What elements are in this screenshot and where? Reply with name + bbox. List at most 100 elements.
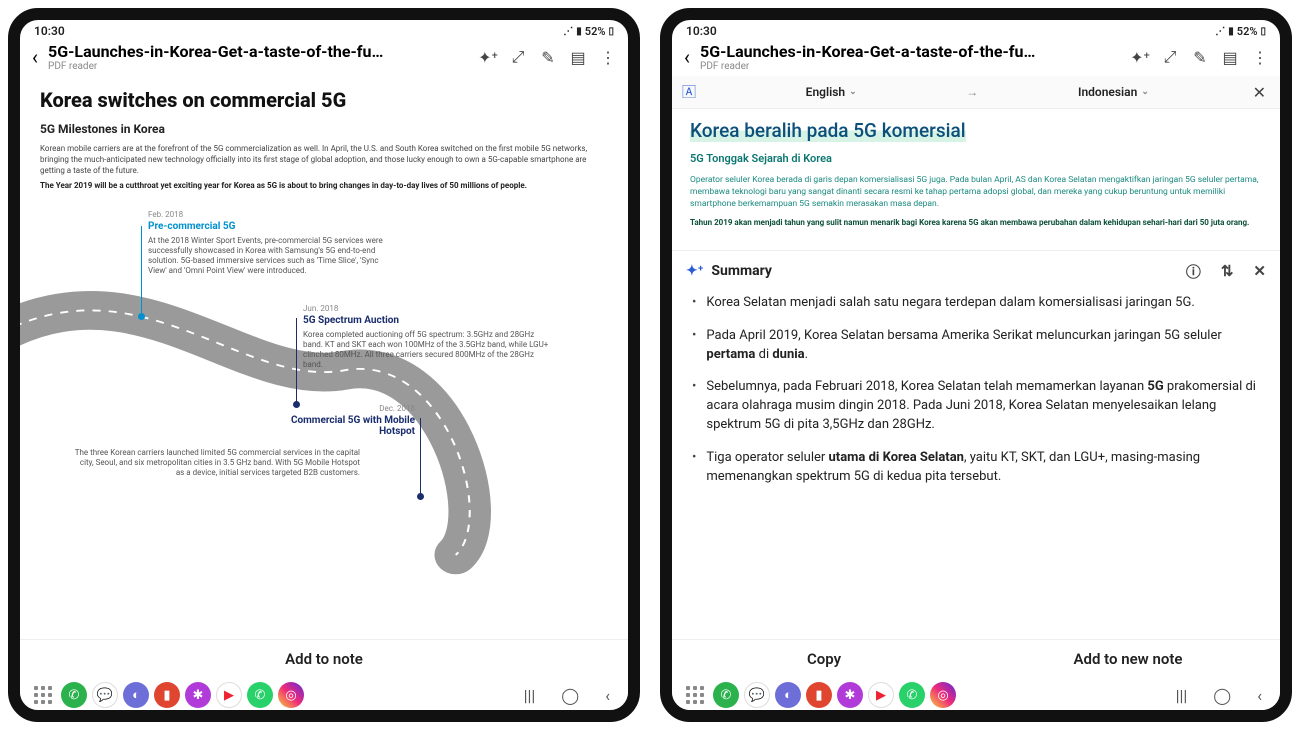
app-dock: ✆💬◐▮✱▶✆◎	[30, 682, 304, 708]
milestone-3-date: Dec. 2018	[280, 404, 415, 413]
app-phone[interactable]: ✆	[713, 682, 739, 708]
add-to-new-note-button[interactable]: Add to new note	[976, 650, 1280, 668]
status-bar: 10:30 ⋰ ▮ 52% ▯	[20, 20, 628, 40]
status-time: 10:30	[34, 24, 65, 38]
summary-list[interactable]: Korea Selatan menjadi salah satu negara …	[672, 290, 1280, 501]
doc-subheading: 5G Milestones in Korea	[40, 122, 608, 136]
chevron-down-icon: ⌄	[1141, 87, 1149, 97]
translate-bar: 🄰 English ⌄ → Indonesian ⌄ ✕	[672, 76, 1280, 109]
app-apps-grid[interactable]	[682, 682, 708, 708]
document-title: 5G-Launches-in-Korea-Get-a-taste-of-the-…	[48, 42, 470, 61]
status-bar: 10:30 ⋰ ▮ 52% ▯	[672, 20, 1280, 40]
app-apps-grid[interactable]	[30, 682, 56, 708]
battery-icon: ▯	[608, 26, 614, 37]
status-time: 10:30	[686, 24, 717, 38]
app-messages[interactable]: 💬	[744, 682, 770, 708]
battery-text: 52%	[585, 25, 606, 38]
doc-paragraph-1: Korean mobile carriers are at the forefr…	[40, 144, 608, 176]
expand-icon[interactable]: ⤢	[506, 47, 530, 67]
page-icon[interactable]: ▤	[566, 48, 590, 67]
sparkle-icon: ✦⁺	[686, 263, 703, 279]
summary-item: Tiga operator seluler utama di Korea Sel…	[692, 449, 1260, 487]
ai-sparkle-icon[interactable]: ✦⁺	[476, 48, 500, 67]
translated-page: Korea beralih pada 5G komersial 5G Tongg…	[672, 109, 1280, 244]
target-language-button[interactable]: Indonesian ⌄	[984, 85, 1242, 99]
summary-item: Sebelumnya, pada Februari 2018, Korea Se…	[692, 378, 1260, 435]
edit-icon[interactable]: ✎	[1188, 48, 1212, 67]
arrow-right-icon: →	[966, 85, 978, 99]
wifi-icon: ⋰	[1215, 26, 1225, 37]
app-gallery[interactable]: ✱	[837, 682, 863, 708]
document-content[interactable]: Korea switches on commercial 5G 5G Miles…	[20, 76, 628, 639]
app-messages[interactable]: 💬	[92, 682, 118, 708]
milestone-3-body: The three Korean carriers launched limit…	[70, 448, 360, 478]
milestone-2-date: Jun. 2018	[303, 304, 553, 313]
app-browser[interactable]: ◐	[775, 682, 801, 708]
page-icon[interactable]: ▤	[1218, 48, 1242, 67]
app-notes[interactable]: ▮	[806, 682, 832, 708]
source-language-button[interactable]: English ⌄	[702, 85, 960, 99]
more-icon[interactable]: ⋮	[1248, 48, 1272, 67]
close-summary-button[interactable]: ✕	[1253, 262, 1266, 280]
app-whatsapp[interactable]: ✆	[899, 682, 925, 708]
milestone-1: Feb. 2018 Pre-commercial 5G At the 2018 …	[148, 210, 398, 276]
battery-icon: ▯	[1260, 26, 1266, 37]
nav-back-button[interactable]: ‹	[605, 686, 610, 705]
back-button[interactable]: ‹	[680, 45, 694, 69]
title-block: 5G-Launches-in-Korea-Get-a-taste-of-the-…	[700, 42, 1122, 72]
list-settings-icon[interactable]: ⇅	[1221, 262, 1234, 280]
app-youtube[interactable]: ▶	[868, 682, 894, 708]
home-button[interactable]: ◯	[561, 686, 579, 705]
recents-button[interactable]: |||	[1176, 686, 1188, 705]
translated-heading: Korea beralih pada 5G komersial	[690, 119, 966, 142]
wifi-icon: ⋰	[563, 26, 573, 37]
milestone-1-date: Feb. 2018	[148, 210, 398, 219]
bottom-bar: Add to note	[20, 639, 628, 678]
battery-text: 52%	[1237, 25, 1258, 38]
summary-panel: ✦⁺ Summary ⓘ ⇅ ✕ Korea Selatan menjadi s…	[672, 250, 1280, 639]
app-whatsapp[interactable]: ✆	[247, 682, 273, 708]
app-notes[interactable]: ▮	[154, 682, 180, 708]
signal-icon: ▮	[1228, 26, 1234, 37]
document-title: 5G-Launches-in-Korea-Get-a-taste-of-the-…	[700, 42, 1122, 61]
translate-icon[interactable]: 🄰	[682, 82, 696, 102]
milestone-2: Jun. 2018 5G Spectrum Auction Korea comp…	[303, 304, 553, 370]
nav-bar: ✆💬◐▮✱▶✆◎ ||| ◯ ‹	[20, 678, 628, 710]
app-youtube[interactable]: ▶	[216, 682, 242, 708]
milestone-1-title: Pre-commercial 5G	[148, 221, 398, 232]
nav-buttons: ||| ◯ ‹	[1176, 686, 1270, 705]
app-phone[interactable]: ✆	[61, 682, 87, 708]
summary-header: ✦⁺ Summary ⓘ ⇅ ✕	[672, 251, 1280, 290]
document-subtitle: PDF reader	[48, 61, 470, 72]
add-to-note-button[interactable]: Add to note	[285, 650, 363, 668]
translated-subheading: 5G Tonggak Sejarah di Korea	[690, 152, 1262, 165]
summary-item: Pada April 2019, Korea Selatan bersama A…	[692, 327, 1260, 365]
app-header: ‹ 5G-Launches-in-Korea-Get-a-taste-of-th…	[672, 40, 1280, 76]
pdf-page: Korea switches on commercial 5G 5G Miles…	[20, 76, 628, 514]
status-right: ⋰ ▮ 52% ▯	[1215, 25, 1266, 38]
milestone-3-title: Commercial 5G with Mobile Hotspot	[280, 415, 415, 437]
edit-icon[interactable]: ✎	[536, 48, 560, 67]
back-button[interactable]: ‹	[28, 45, 42, 69]
info-icon[interactable]: ⓘ	[1186, 261, 1201, 282]
milestone-2-body: Korea completed auctioning off 5G spectr…	[303, 330, 553, 370]
timeline-line-2	[296, 318, 297, 402]
device-left: 10:30 ⋰ ▮ 52% ▯ ‹ 5G-Launches-in-Korea-G…	[8, 8, 640, 722]
translated-content[interactable]: Korea beralih pada 5G komersial 5G Tongg…	[672, 109, 1280, 639]
home-button[interactable]: ◯	[1213, 686, 1231, 705]
app-instagram[interactable]: ◎	[930, 682, 956, 708]
nav-back-button[interactable]: ‹	[1257, 686, 1262, 705]
device-right: 10:30 ⋰ ▮ 52% ▯ ‹ 5G-Launches-in-Korea-G…	[660, 8, 1292, 722]
timeline-line-1	[141, 226, 142, 314]
app-instagram[interactable]: ◎	[278, 682, 304, 708]
more-icon[interactable]: ⋮	[596, 48, 620, 67]
app-browser[interactable]: ◐	[123, 682, 149, 708]
close-translate-button[interactable]: ✕	[1249, 83, 1270, 102]
expand-icon[interactable]: ⤢	[1158, 47, 1182, 67]
document-subtitle: PDF reader	[700, 61, 1122, 72]
app-gallery[interactable]: ✱	[185, 682, 211, 708]
recents-button[interactable]: |||	[524, 686, 536, 705]
copy-button[interactable]: Copy	[672, 650, 976, 668]
ai-sparkle-icon[interactable]: ✦⁺	[1128, 48, 1152, 67]
app-dock: ✆💬◐▮✱▶✆◎	[682, 682, 956, 708]
